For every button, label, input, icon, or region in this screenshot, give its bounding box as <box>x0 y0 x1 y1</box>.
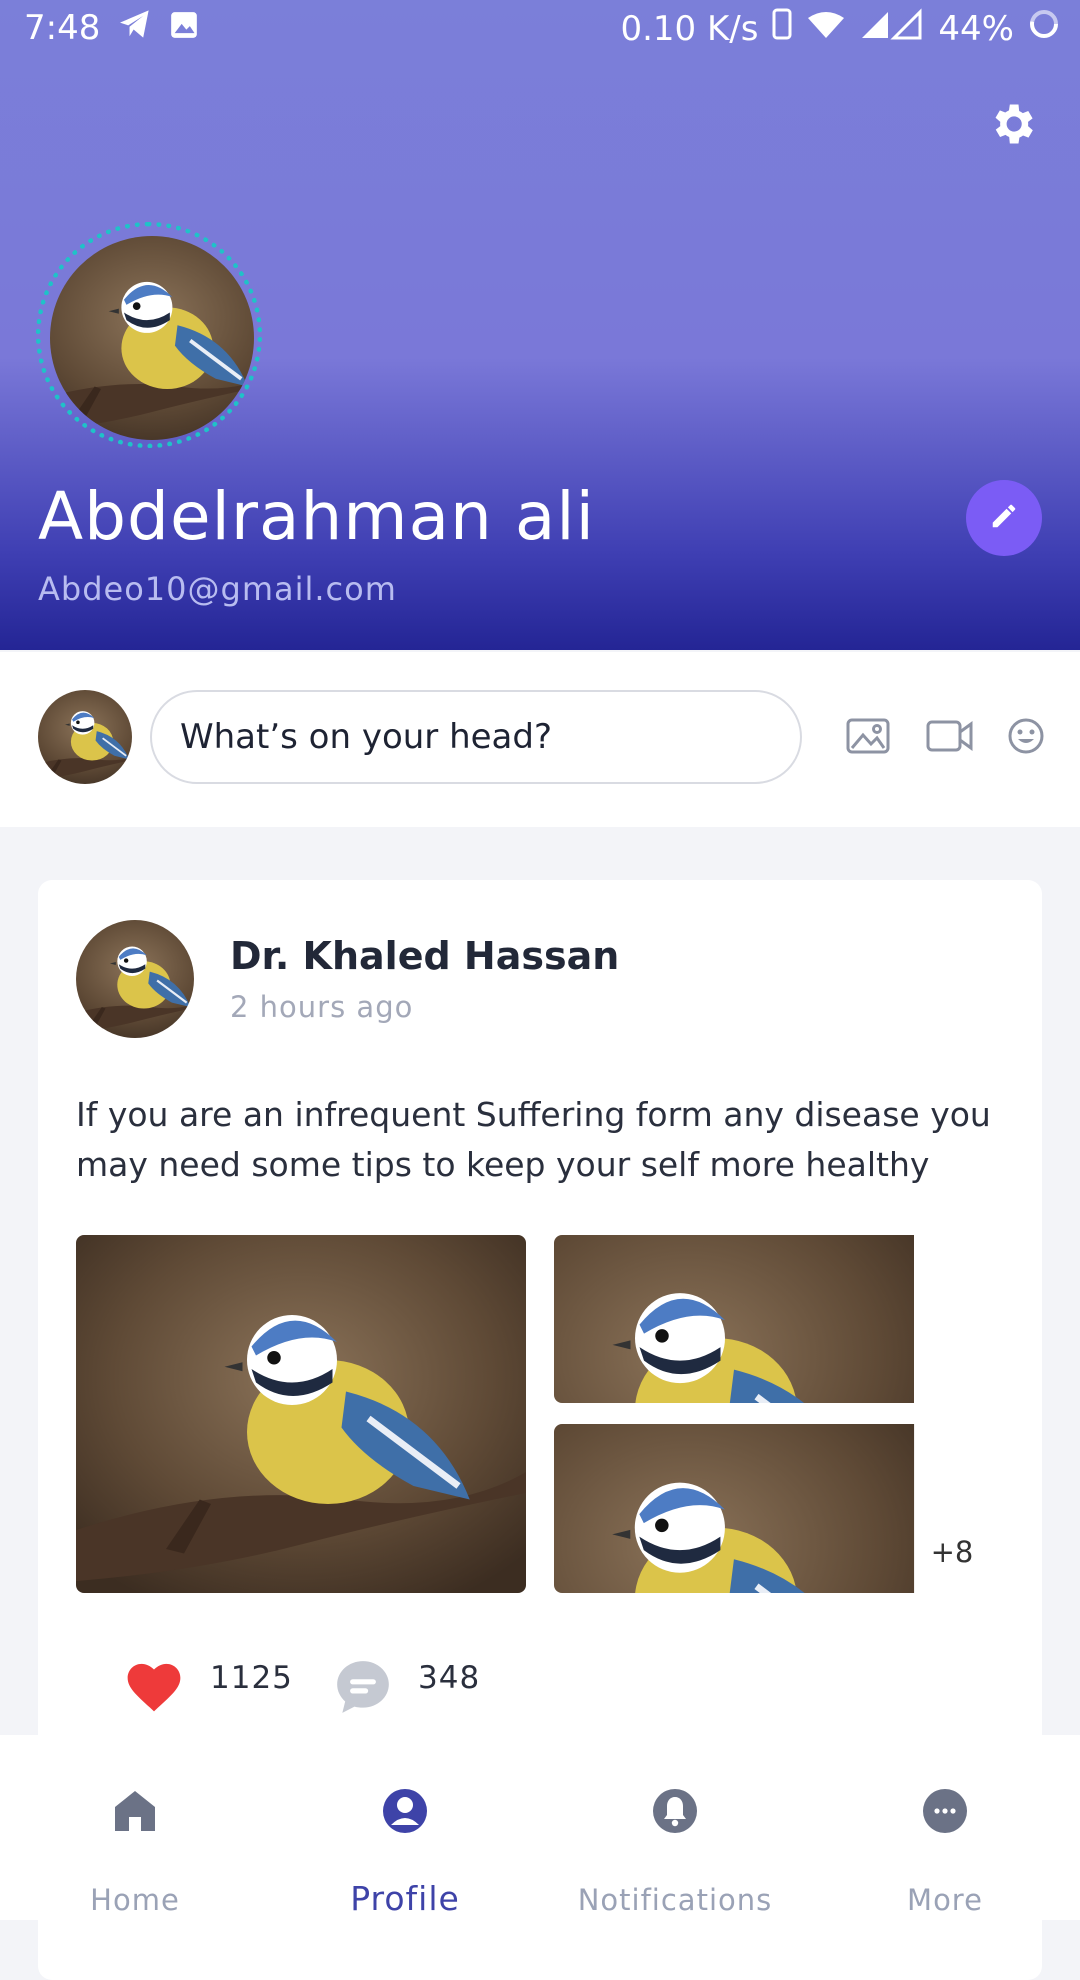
video-icon[interactable] <box>926 716 974 760</box>
pencil-icon <box>989 501 1019 535</box>
battery-icon <box>1028 8 1060 49</box>
profile-email: Abdeo10@gmail.com <box>38 570 397 608</box>
status-bar: 7:48 0.10 K/s 44% <box>0 0 1080 56</box>
heart-icon[interactable] <box>122 1656 186 1718</box>
composer-avatar <box>38 690 132 784</box>
nav-more[interactable]: More <box>810 1735 1080 1920</box>
post-input[interactable] <box>150 690 802 784</box>
bottom-nav: Home Profile Notifications More <box>0 1735 1080 1920</box>
like-count: 1125 <box>210 1660 293 1696</box>
profile-header: 7:48 0.10 K/s 44% Abdelrahman ali Abdeo1… <box>0 0 1080 650</box>
telegram-icon <box>118 8 152 48</box>
gear-icon[interactable] <box>986 98 1038 150</box>
post-text: If you are an infrequent Suffering form … <box>76 1095 991 1184</box>
battery-level: 44% <box>938 8 1014 49</box>
edit-profile-button[interactable] <box>966 480 1042 556</box>
comment-count: 348 <box>418 1660 481 1696</box>
nav-more-label: More <box>907 1883 983 1917</box>
author-avatar[interactable] <box>76 920 194 1038</box>
post-image-2[interactable] <box>554 1235 1004 1403</box>
profile-avatar[interactable] <box>50 236 254 440</box>
phone-icon <box>772 8 792 49</box>
profile-name: Abdelrahman ali <box>38 478 595 555</box>
nav-home[interactable]: Home <box>0 1735 270 1920</box>
image-icon[interactable] <box>846 716 890 760</box>
more-images-badge[interactable]: +8 <box>920 1528 984 1576</box>
post-author[interactable]: Dr. Khaled Hassan <box>230 934 619 978</box>
nav-notifications[interactable]: Notifications <box>540 1735 810 1920</box>
network-speed: 0.10 K/s <box>620 8 759 49</box>
nav-notifications-label: Notifications <box>577 1883 773 1917</box>
home-icon <box>111 1787 159 1835</box>
comment-icon[interactable] <box>332 1656 394 1722</box>
post-image-main[interactable] <box>76 1235 526 1593</box>
bell-icon <box>651 1787 699 1835</box>
status-time: 7:48 <box>24 8 101 48</box>
more-icon <box>921 1787 969 1835</box>
nav-profile-label: Profile <box>350 1879 460 1918</box>
profile-icon <box>381 1787 429 1835</box>
post-time: 2 hours ago <box>230 990 414 1024</box>
wifi-icon <box>806 9 846 49</box>
emoji-icon[interactable] <box>1006 716 1046 760</box>
nav-home-label: Home <box>90 1883 180 1917</box>
nav-profile[interactable]: Profile <box>270 1735 540 1920</box>
signal-icon <box>860 8 924 49</box>
gallery-icon <box>170 8 198 48</box>
